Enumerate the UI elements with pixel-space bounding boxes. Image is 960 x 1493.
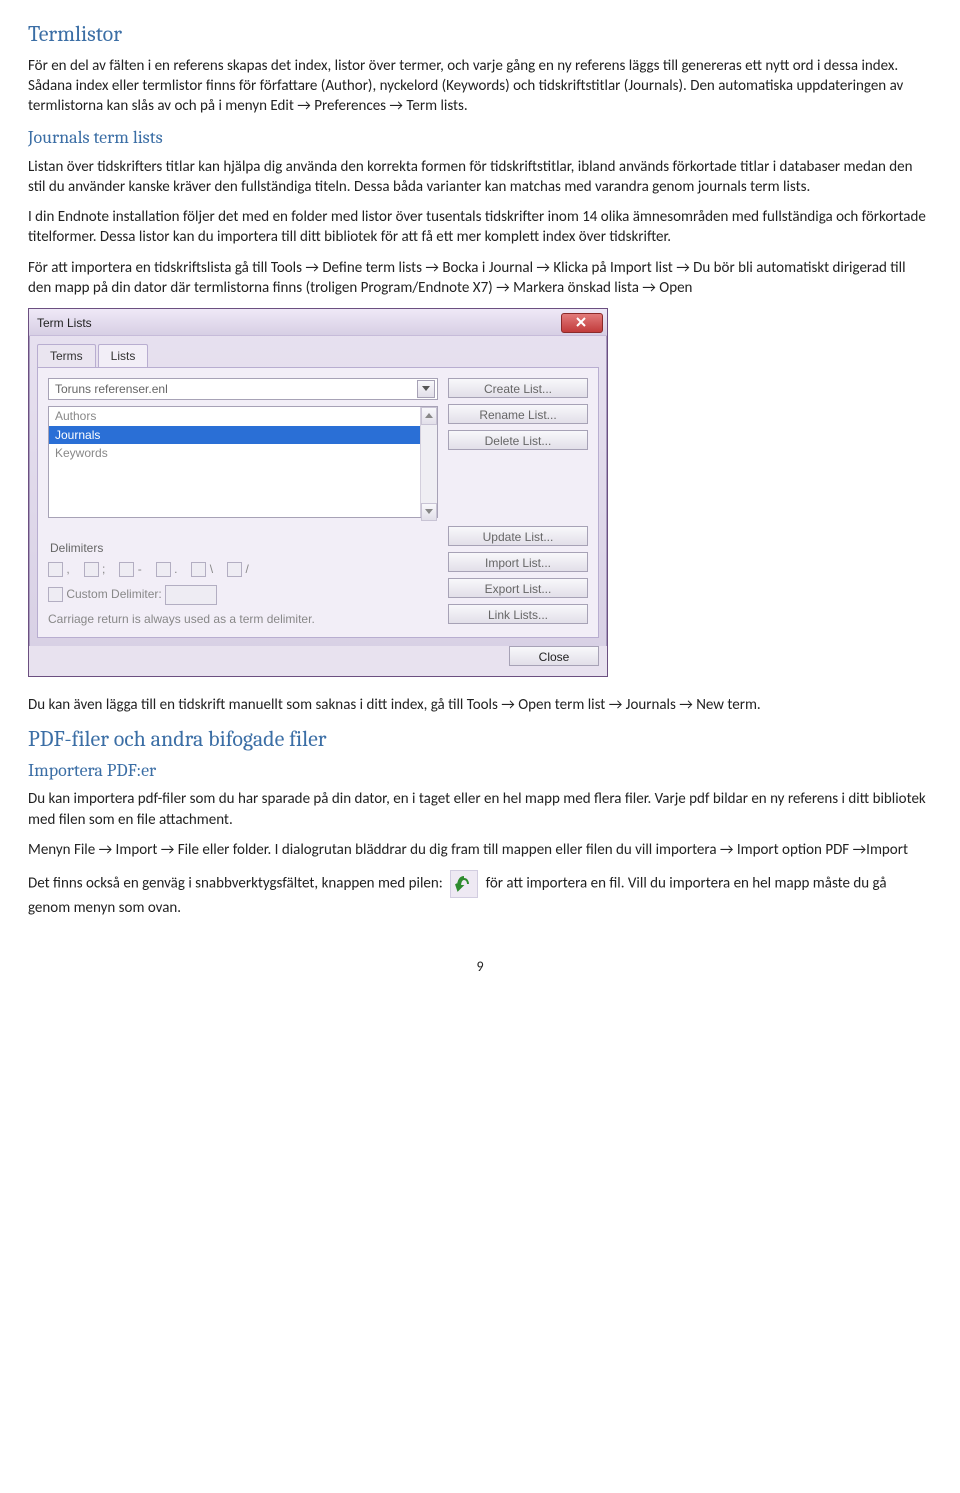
checkbox[interactable] — [191, 562, 206, 577]
checkbox[interactable] — [48, 587, 63, 602]
custom-delimiter-label: Custom Delimiter: — [66, 587, 161, 601]
checkbox[interactable] — [156, 562, 171, 577]
dialog-title: Term Lists — [37, 315, 92, 331]
paragraph: Du kan importera pdf-filer som du har sp… — [28, 789, 932, 830]
checkbox[interactable] — [227, 562, 242, 577]
export-list-button[interactable]: Export List... — [448, 578, 588, 598]
heading-termlistor: Termlistor — [28, 20, 932, 50]
checkbox[interactable] — [84, 562, 99, 577]
close-button[interactable]: Close — [509, 646, 599, 666]
close-icon — [575, 316, 589, 328]
list-item[interactable]: Keywords — [49, 444, 437, 462]
custom-delimiter-input[interactable] — [165, 585, 217, 605]
dialog-tabs: Terms Lists — [29, 336, 607, 367]
term-lists-listbox[interactable]: Authors Journals Keywords — [48, 406, 438, 518]
scrollbar[interactable] — [420, 407, 437, 517]
list-item[interactable]: Authors — [49, 407, 437, 425]
checkbox[interactable] — [119, 562, 134, 577]
delimiters-label: Delimiters — [50, 540, 438, 556]
tab-terms[interactable]: Terms — [37, 344, 96, 367]
paragraph: I din Endnote installation följer det me… — [28, 207, 932, 248]
chevron-down-icon — [417, 380, 435, 398]
dialog-titlebar: Term Lists — [29, 309, 607, 336]
list-item[interactable]: Journals — [49, 426, 437, 444]
delimiter-note: Carriage return is always used as a term… — [48, 611, 438, 627]
import-list-button[interactable]: Import List... — [448, 552, 588, 572]
update-list-button[interactable]: Update List... — [448, 526, 588, 546]
tab-lists[interactable]: Lists — [98, 344, 149, 367]
delimiter-checkboxes: , ; - . \ / — [48, 561, 438, 577]
window-close-button[interactable] — [561, 313, 603, 333]
library-select-value: Toruns referenser.enl — [55, 381, 168, 397]
paragraph: Listan över tidskrifters titlar kan hjäl… — [28, 157, 932, 198]
library-select[interactable]: Toruns referenser.enl — [48, 378, 438, 400]
rename-list-button[interactable]: Rename List... — [448, 404, 588, 424]
heading-import-pdf: Importera PDF:er — [28, 759, 932, 783]
term-lists-dialog-screenshot: Term Lists Terms Lists Toruns referenser… — [28, 308, 608, 677]
paragraph: Menyn File → Import → File eller folder.… — [28, 840, 932, 860]
page-number: 9 — [28, 958, 932, 977]
delete-list-button[interactable]: Delete List... — [448, 430, 588, 450]
heading-pdf-files: PDF-filer och andra bifogade filer — [28, 725, 932, 755]
checkbox[interactable] — [48, 562, 63, 577]
paragraph: Du kan även lägga till en tidskrift manu… — [28, 695, 932, 715]
scroll-down-icon[interactable] — [421, 503, 437, 521]
paragraph: Det finns också en genväg i snabbverktyg… — [28, 870, 932, 918]
scroll-up-icon[interactable] — [421, 407, 437, 425]
paragraph: För att importera en tidskriftslista gå … — [28, 258, 932, 299]
import-arrow-icon — [450, 870, 478, 898]
create-list-button[interactable]: Create List... — [448, 378, 588, 398]
link-lists-button[interactable]: Link Lists... — [448, 604, 588, 624]
paragraph: För en del av fälten i en referens skapa… — [28, 56, 932, 117]
heading-journals-term-lists: Journals term lists — [28, 126, 932, 150]
